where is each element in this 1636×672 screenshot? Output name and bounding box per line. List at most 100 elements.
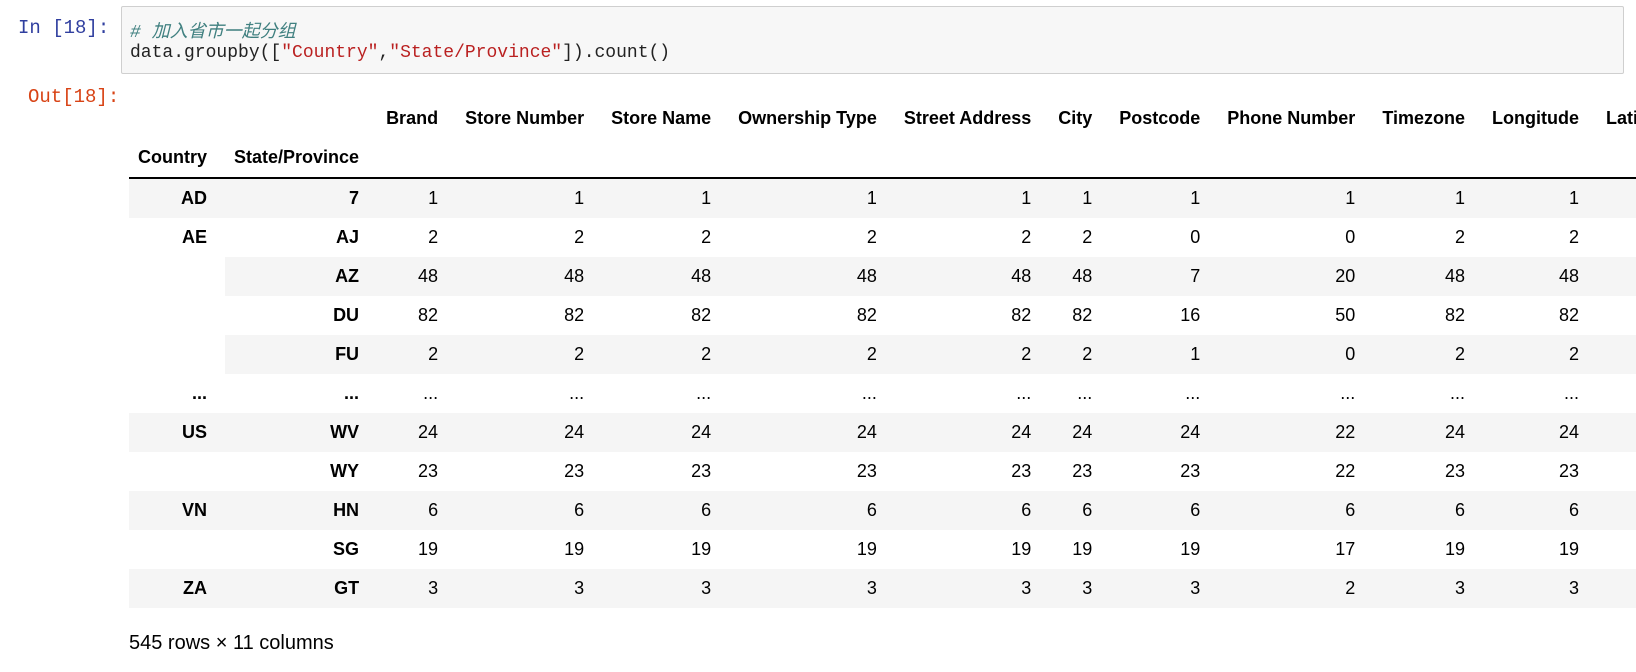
table-cell: 3 — [1110, 569, 1219, 608]
table-cell: 3 — [729, 569, 895, 608]
column-header: Street Address — [903, 108, 1032, 128]
table-cell: 1 — [456, 178, 603, 218]
code-comma: , — [378, 43, 390, 63]
table-cell: 19 — [1597, 530, 1636, 569]
table-cell: 24 — [1049, 413, 1111, 452]
table-cell: 22 — [1218, 413, 1374, 452]
table-cell: 22 — [1335, 461, 1356, 481]
table-cell: 24 — [1596, 413, 1636, 452]
table-cell: 2 — [729, 335, 895, 374]
table-cell: 23 — [1072, 461, 1093, 481]
table-cell: 48 — [602, 257, 730, 296]
table-cell: 6 — [1218, 491, 1374, 530]
table-cell: 6 — [729, 491, 895, 530]
table-cell: 6 — [456, 491, 603, 530]
row-index-state: FU — [225, 335, 378, 374]
code-line-comment: # 加入省市一起分组 — [130, 17, 296, 43]
table-cell: 24 — [456, 413, 603, 452]
table-row: AD711111111111 — [129, 178, 1636, 218]
table-cell: 19 — [1180, 539, 1201, 559]
table-cell: 19 — [1444, 539, 1465, 559]
table-cell: 24 — [894, 413, 1050, 452]
table-row: FU22222210222 — [129, 335, 1636, 374]
table-cell: 48 — [729, 257, 895, 296]
row-index-state: ... — [344, 383, 360, 403]
table-cell: ... — [569, 383, 585, 403]
table-cell: 17 — [1335, 539, 1356, 559]
table-cell: 2 — [1596, 335, 1636, 374]
table-cell: 1 — [1110, 178, 1219, 218]
table-cell: 6 — [377, 491, 457, 530]
table-cell: 2 — [1021, 227, 1032, 247]
row-index-country — [129, 296, 225, 335]
column-header: Timezone — [1382, 108, 1465, 128]
table-cell: 1 — [377, 178, 457, 218]
table-cell: 3 — [1483, 569, 1597, 608]
table-cell: 23 — [1558, 461, 1579, 481]
table-cell: 24 — [1373, 413, 1483, 452]
table-cell: 6 — [1373, 491, 1483, 530]
row-index-country — [129, 335, 225, 374]
table-cell: 2 — [894, 335, 1050, 374]
table-cell: 1 — [1218, 178, 1374, 218]
column-header-row: Brand Store Number Store Name Ownership … — [129, 99, 1636, 138]
table-cell: ... — [861, 383, 877, 403]
table-cell: 2 — [1483, 335, 1597, 374]
table-row: USWV2424242424242422242424 — [129, 413, 1636, 452]
code-cell-input[interactable]: # 加入省市一起分组 data.groupby(["Country","Stat… — [121, 6, 1624, 74]
code-string-state: "State/Province" — [389, 43, 563, 63]
table-cell: 6 — [602, 491, 730, 530]
row-index-state: AZ — [225, 257, 378, 296]
table-cell: 23 — [564, 461, 585, 481]
column-header: Brand — [386, 108, 439, 128]
code-comment: # 加入省市一起分组 — [130, 23, 296, 43]
table-cell: 2 — [1049, 335, 1111, 374]
table-cell: 2 — [1373, 335, 1483, 374]
column-header: Latitude — [1605, 108, 1636, 128]
table-cell: ... — [1185, 383, 1201, 403]
table-cell: 82 — [564, 305, 585, 325]
table-cell: 0 — [1218, 335, 1374, 374]
table-cell: 82 — [1558, 305, 1579, 325]
input-prompt: In [18]: — [18, 17, 110, 39]
table-cell: 48 — [377, 257, 457, 296]
table-cell: 1 — [729, 178, 895, 218]
table-cell: ... — [1449, 383, 1465, 403]
table-body: AD711111111111AEAJ22222200222AZ484848484… — [129, 178, 1636, 608]
table-cell: 23 — [691, 461, 712, 481]
table-cell: 24 — [602, 413, 730, 452]
table-cell: 3 — [894, 569, 1050, 608]
row-index-country: AE — [181, 227, 207, 247]
table-cell: 19 — [691, 539, 712, 559]
table-row: WY 23 23 23 23 23 23 23 22 23 23 23 — [129, 452, 1636, 491]
table-cell: ... — [1597, 374, 1636, 413]
code-prefix: data.groupby([ — [130, 43, 282, 63]
dataframe-table: Brand Store Number Store Name Ownership … — [129, 99, 1636, 608]
table-cell: 7 — [1110, 257, 1219, 296]
row-index-country — [129, 257, 225, 296]
row-index-country: US — [129, 413, 225, 452]
table-cell: 3 — [1373, 569, 1483, 608]
table-cell: 6 — [1110, 491, 1219, 530]
row-index-country — [129, 530, 225, 569]
code-line-groupby: data.groupby(["Country","State/Province"… — [130, 43, 670, 63]
table-cell: 3 — [377, 569, 457, 608]
header-spacer — [377, 138, 1636, 179]
table-cell: 23 — [418, 461, 439, 481]
table-cell: ... — [1016, 383, 1032, 403]
table-cell: 1 — [1483, 178, 1597, 218]
table-cell: 1 — [1049, 178, 1111, 218]
row-index-country: ZA — [129, 569, 225, 608]
row-index-country: AD — [129, 178, 225, 218]
table-cell: 16 — [1180, 305, 1201, 325]
table-row: ....................................... — [129, 374, 1636, 413]
table-cell: 24 — [377, 413, 457, 452]
column-header: Postcode — [1119, 108, 1201, 128]
table-cell: 1 — [894, 178, 1050, 218]
table-cell: 24 — [1483, 413, 1597, 452]
table-row: ZAGT33333332333 — [129, 569, 1636, 608]
table-cell: 2 — [428, 227, 439, 247]
table-row: SG 19 19 19 19 19 19 19 17 19 19 19 — [129, 530, 1636, 569]
table-cell: ... — [696, 383, 712, 403]
table-cell: 2 — [866, 227, 877, 247]
